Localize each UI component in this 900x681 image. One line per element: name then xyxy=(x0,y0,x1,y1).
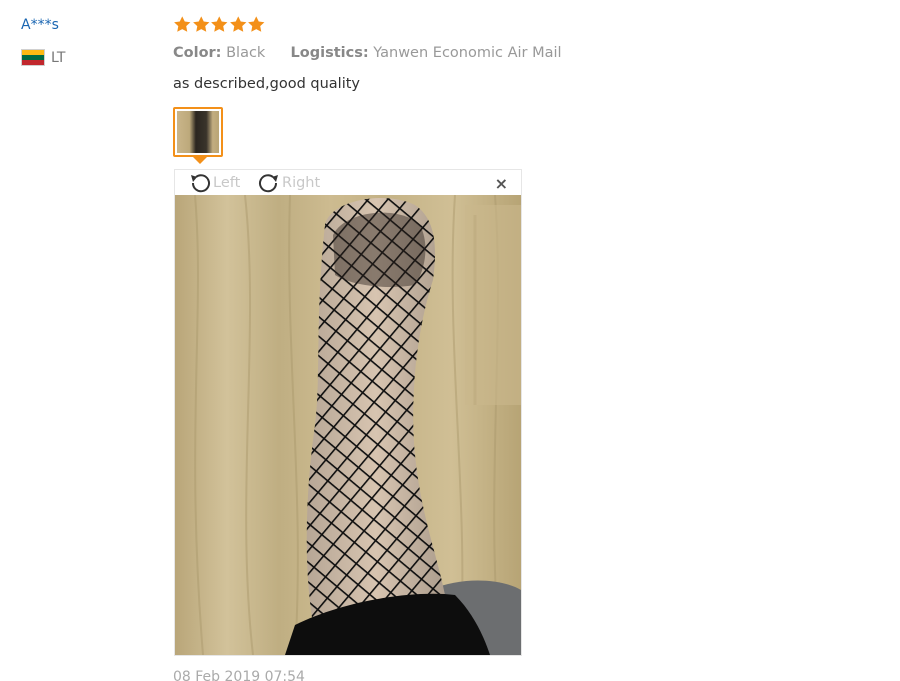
review-photo-image xyxy=(175,195,521,655)
logistics-value: Yanwen Economic Air Mail xyxy=(373,45,562,61)
review-item: A***s LT Color: Black Logistics: Yanwen … xyxy=(0,0,900,681)
rotate-left-icon xyxy=(191,174,210,193)
review-photo xyxy=(175,195,521,655)
logistics-label: Logistics: xyxy=(290,45,369,61)
photo-viewer: Left Right × xyxy=(174,169,522,656)
rotate-left-button[interactable]: Left xyxy=(187,172,240,194)
rotate-left-label: Left xyxy=(213,175,241,191)
star-icon xyxy=(229,16,246,32)
country-code: LT xyxy=(51,49,66,66)
reviewer-name[interactable]: A***s xyxy=(21,17,59,33)
order-info: Color: Black Logistics: Yanwen Economic … xyxy=(173,45,562,61)
color-label: Color: xyxy=(173,45,222,61)
color-value: Black xyxy=(226,45,266,61)
review-date: 08 Feb 2019 07:54 xyxy=(173,669,305,681)
star-rating xyxy=(173,15,266,34)
lithuania-flag-icon xyxy=(21,49,45,66)
star-icon xyxy=(192,16,209,32)
star-icon xyxy=(174,16,191,32)
review-text: as described,good quality xyxy=(173,76,360,92)
thumbnail-image xyxy=(177,111,219,153)
rotate-right-icon xyxy=(259,174,278,193)
rotate-right-button[interactable]: Right xyxy=(256,172,320,194)
viewer-toolbar: Left Right × xyxy=(175,170,521,195)
thumbnail-pointer xyxy=(193,157,207,164)
rotate-right-label: Right xyxy=(282,175,321,191)
review-photo-thumbnail[interactable] xyxy=(173,107,223,157)
star-icon xyxy=(211,16,228,32)
reviewer-country: LT xyxy=(21,49,65,66)
close-icon[interactable]: × xyxy=(495,174,508,193)
star-icon xyxy=(248,16,265,32)
